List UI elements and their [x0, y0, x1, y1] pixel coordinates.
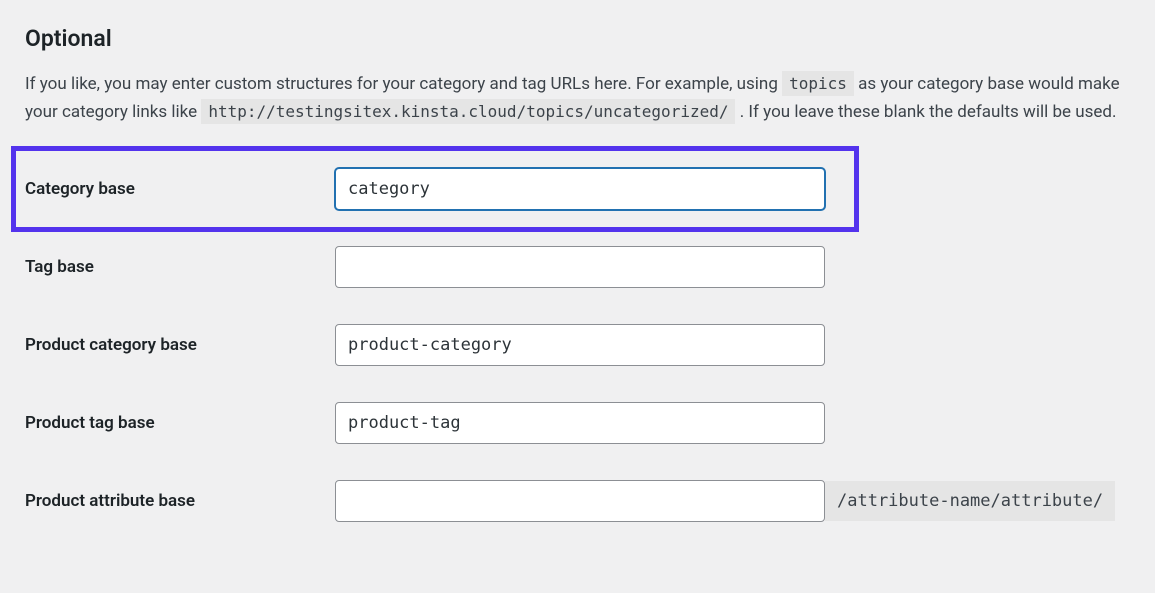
tag-base-input[interactable] — [335, 246, 825, 288]
product-category-base-label: Product category base — [25, 335, 335, 355]
description-text: If you like, you may enter custom struct… — [25, 74, 782, 94]
product-attribute-base-row: Product attribute base /attribute-name/a… — [25, 462, 1130, 540]
category-base-row: Category base — [25, 150, 1130, 228]
tag-base-label: Tag base — [25, 257, 335, 277]
description-text: . If you leave these blank the defaults … — [740, 102, 1117, 122]
product-category-base-row: Product category base — [25, 306, 1130, 384]
category-base-label: Category base — [25, 179, 335, 199]
product-category-base-input[interactable] — [335, 324, 825, 366]
category-base-field — [335, 168, 825, 210]
product-tag-base-label: Product tag base — [25, 413, 335, 433]
section-description: If you like, you may enter custom struct… — [25, 70, 1130, 126]
tag-base-row: Tag base — [25, 228, 1130, 306]
tag-base-field — [335, 246, 825, 288]
product-attribute-base-label: Product attribute base — [25, 491, 335, 511]
product-category-base-field — [335, 324, 825, 366]
product-tag-base-input[interactable] — [335, 402, 825, 444]
product-tag-base-row: Product tag base — [25, 384, 1130, 462]
description-code-example1: topics — [782, 71, 854, 96]
product-attribute-base-input[interactable] — [335, 480, 825, 522]
product-tag-base-field — [335, 402, 825, 444]
section-heading: Optional — [25, 25, 1130, 52]
form-table: Category base Tag base Product category … — [25, 150, 1130, 540]
product-attribute-base-field: /attribute-name/attribute/ — [335, 480, 1115, 522]
product-attribute-base-suffix: /attribute-name/attribute/ — [825, 481, 1115, 521]
description-code-example2: http://testingsitex.kinsta.cloud/topics/… — [201, 99, 735, 124]
category-base-input[interactable] — [335, 168, 825, 210]
